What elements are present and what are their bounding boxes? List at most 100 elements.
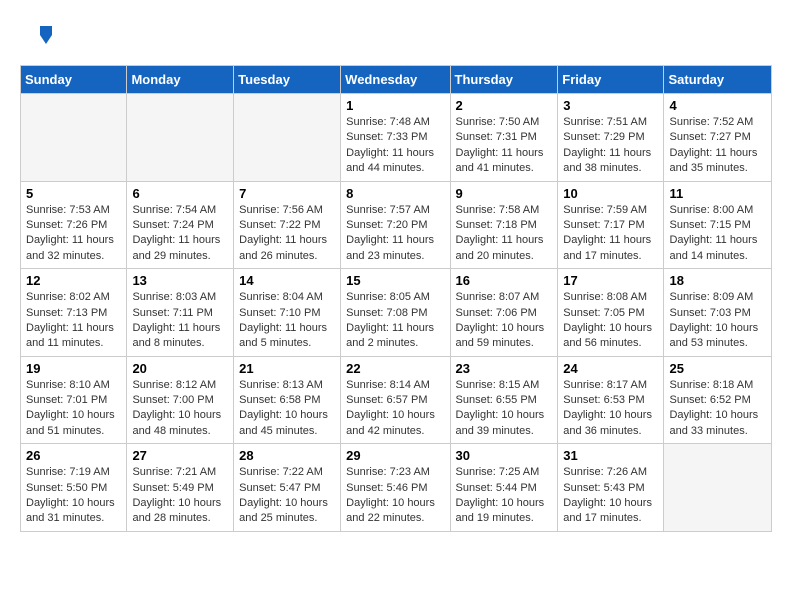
day-number: 3 bbox=[563, 98, 658, 113]
weekday-header: Wednesday bbox=[341, 66, 450, 94]
calendar-cell: 28 Sunrise: 7:22 AM Sunset: 5:47 PM Dayli… bbox=[234, 444, 341, 532]
calendar-cell: 26 Sunrise: 7:19 AM Sunset: 5:50 PM Dayli… bbox=[21, 444, 127, 532]
calendar-cell: 20 Sunrise: 8:12 AM Sunset: 7:00 PM Dayli… bbox=[127, 356, 234, 444]
logo bbox=[20, 20, 52, 55]
weekday-header: Friday bbox=[558, 66, 664, 94]
day-number: 25 bbox=[669, 361, 766, 376]
weekday-header: Monday bbox=[127, 66, 234, 94]
day-number: 24 bbox=[563, 361, 658, 376]
day-number: 29 bbox=[346, 448, 444, 463]
calendar-cell: 10 Sunrise: 7:59 AM Sunset: 7:17 PM Dayli… bbox=[558, 181, 664, 269]
day-number: 26 bbox=[26, 448, 121, 463]
day-info: Sunrise: 8:05 AM Sunset: 7:08 PM Dayligh… bbox=[346, 290, 444, 352]
day-number: 23 bbox=[456, 361, 553, 376]
day-info: Sunrise: 8:04 AM Sunset: 7:10 PM Dayligh… bbox=[239, 290, 335, 352]
day-number: 7 bbox=[239, 186, 335, 201]
day-info: Sunrise: 8:13 AM Sunset: 6:58 PM Dayligh… bbox=[239, 378, 335, 440]
calendar-cell: 31Sunrise: 7:26 AM Sunset: 5:43 PM Dayli… bbox=[558, 444, 664, 532]
day-number: 21 bbox=[239, 361, 335, 376]
calendar-cell: 3Sunrise: 7:51 AM Sunset: 7:29 PM Daylig… bbox=[558, 94, 664, 182]
calendar-cell: 11 Sunrise: 8:00 AM Sunset: 7:15 PM Dayli… bbox=[664, 181, 772, 269]
day-info: Sunrise: 7:59 AM Sunset: 7:17 PM Dayligh… bbox=[563, 203, 658, 265]
calendar-cell: 7 Sunrise: 7:56 AM Sunset: 7:22 PM Daylig… bbox=[234, 181, 341, 269]
calendar-cell bbox=[234, 94, 341, 182]
day-number: 28 bbox=[239, 448, 335, 463]
day-info: Sunrise: 7:50 AM Sunset: 7:31 PM Dayligh… bbox=[456, 115, 553, 177]
calendar-cell: 18 Sunrise: 8:09 AM Sunset: 7:03 PM Dayli… bbox=[664, 269, 772, 357]
calendar-cell: 8 Sunrise: 7:57 AM Sunset: 7:20 PM Daylig… bbox=[341, 181, 450, 269]
day-info: Sunrise: 8:09 AM Sunset: 7:03 PM Dayligh… bbox=[669, 290, 766, 352]
day-info: Sunrise: 7:23 AM Sunset: 5:46 PM Dayligh… bbox=[346, 465, 444, 527]
calendar-cell: 16 Sunrise: 8:07 AM Sunset: 7:06 PM Dayli… bbox=[450, 269, 558, 357]
calendar-body: 1Sunrise: 7:48 AM Sunset: 7:33 PM Daylig… bbox=[21, 94, 772, 532]
day-number: 6 bbox=[132, 186, 228, 201]
day-number: 19 bbox=[26, 361, 121, 376]
calendar-cell: 30 Sunrise: 7:25 AM Sunset: 5:44 PM Dayli… bbox=[450, 444, 558, 532]
day-info: Sunrise: 7:22 AM Sunset: 5:47 PM Dayligh… bbox=[239, 465, 335, 527]
day-info: Sunrise: 7:26 AM Sunset: 5:43 PM Dayligh… bbox=[563, 465, 658, 527]
day-number: 13 bbox=[132, 273, 228, 288]
calendar-cell: 14Sunrise: 8:04 AM Sunset: 7:10 PM Dayli… bbox=[234, 269, 341, 357]
day-info: Sunrise: 7:25 AM Sunset: 5:44 PM Dayligh… bbox=[456, 465, 553, 527]
day-number: 4 bbox=[669, 98, 766, 113]
calendar-week-row: 12 Sunrise: 8:02 AM Sunset: 7:13 PM Dayli… bbox=[21, 269, 772, 357]
day-info: Sunrise: 8:15 AM Sunset: 6:55 PM Dayligh… bbox=[456, 378, 553, 440]
calendar-cell: 24 Sunrise: 8:17 AM Sunset: 6:53 PM Dayli… bbox=[558, 356, 664, 444]
day-number: 8 bbox=[346, 186, 444, 201]
day-info: Sunrise: 7:56 AM Sunset: 7:22 PM Dayligh… bbox=[239, 203, 335, 265]
day-number: 15 bbox=[346, 273, 444, 288]
day-number: 16 bbox=[456, 273, 553, 288]
day-info: Sunrise: 8:08 AM Sunset: 7:05 PM Dayligh… bbox=[563, 290, 658, 352]
calendar-cell bbox=[127, 94, 234, 182]
day-number: 12 bbox=[26, 273, 121, 288]
day-info: Sunrise: 7:57 AM Sunset: 7:20 PM Dayligh… bbox=[346, 203, 444, 265]
day-number: 10 bbox=[563, 186, 658, 201]
calendar-cell: 23 Sunrise: 8:15 AM Sunset: 6:55 PM Dayli… bbox=[450, 356, 558, 444]
day-info: Sunrise: 7:54 AM Sunset: 7:24 PM Dayligh… bbox=[132, 203, 228, 265]
calendar-cell: 22Sunrise: 8:14 AM Sunset: 6:57 PM Dayli… bbox=[341, 356, 450, 444]
day-info: Sunrise: 7:53 AM Sunset: 7:26 PM Dayligh… bbox=[26, 203, 121, 265]
day-info: Sunrise: 8:03 AM Sunset: 7:11 PM Dayligh… bbox=[132, 290, 228, 352]
day-info: Sunrise: 7:19 AM Sunset: 5:50 PM Dayligh… bbox=[26, 465, 121, 527]
calendar-cell: 4 Sunrise: 7:52 AM Sunset: 7:27 PM Daylig… bbox=[664, 94, 772, 182]
calendar-cell: 6 Sunrise: 7:54 AM Sunset: 7:24 PM Daylig… bbox=[127, 181, 234, 269]
day-info: Sunrise: 8:17 AM Sunset: 6:53 PM Dayligh… bbox=[563, 378, 658, 440]
day-info: Sunrise: 7:58 AM Sunset: 7:18 PM Dayligh… bbox=[456, 203, 553, 265]
day-info: Sunrise: 7:48 AM Sunset: 7:33 PM Dayligh… bbox=[346, 115, 444, 177]
calendar-cell bbox=[21, 94, 127, 182]
calendar-week-row: 1Sunrise: 7:48 AM Sunset: 7:33 PM Daylig… bbox=[21, 94, 772, 182]
day-number: 18 bbox=[669, 273, 766, 288]
calendar-cell: 21 Sunrise: 8:13 AM Sunset: 6:58 PM Dayli… bbox=[234, 356, 341, 444]
day-info: Sunrise: 8:14 AM Sunset: 6:57 PM Dayligh… bbox=[346, 378, 444, 440]
calendar-cell: 9 Sunrise: 7:58 AM Sunset: 7:18 PM Daylig… bbox=[450, 181, 558, 269]
day-number: 9 bbox=[456, 186, 553, 201]
day-info: Sunrise: 8:10 AM Sunset: 7:01 PM Dayligh… bbox=[26, 378, 121, 440]
day-number: 30 bbox=[456, 448, 553, 463]
day-number: 11 bbox=[669, 186, 766, 201]
weekday-header: Sunday bbox=[21, 66, 127, 94]
day-info: Sunrise: 8:02 AM Sunset: 7:13 PM Dayligh… bbox=[26, 290, 121, 352]
page-header bbox=[20, 20, 772, 55]
day-info: Sunrise: 8:18 AM Sunset: 6:52 PM Dayligh… bbox=[669, 378, 766, 440]
weekday-row: SundayMondayTuesdayWednesdayThursdayFrid… bbox=[21, 66, 772, 94]
calendar-cell: 17 Sunrise: 8:08 AM Sunset: 7:05 PM Dayli… bbox=[558, 269, 664, 357]
weekday-header: Thursday bbox=[450, 66, 558, 94]
weekday-header: Saturday bbox=[664, 66, 772, 94]
calendar-cell: 19 Sunrise: 8:10 AM Sunset: 7:01 PM Dayli… bbox=[21, 356, 127, 444]
calendar-cell: 1Sunrise: 7:48 AM Sunset: 7:33 PM Daylig… bbox=[341, 94, 450, 182]
day-info: Sunrise: 8:07 AM Sunset: 7:06 PM Dayligh… bbox=[456, 290, 553, 352]
day-number: 17 bbox=[563, 273, 658, 288]
calendar-table: SundayMondayTuesdayWednesdayThursdayFrid… bbox=[20, 65, 772, 532]
calendar-header: SundayMondayTuesdayWednesdayThursdayFrid… bbox=[21, 66, 772, 94]
day-info: Sunrise: 8:00 AM Sunset: 7:15 PM Dayligh… bbox=[669, 203, 766, 265]
calendar-week-row: 5 Sunrise: 7:53 AM Sunset: 7:26 PM Daylig… bbox=[21, 181, 772, 269]
calendar-cell: 5 Sunrise: 7:53 AM Sunset: 7:26 PM Daylig… bbox=[21, 181, 127, 269]
day-number: 5 bbox=[26, 186, 121, 201]
calendar-cell: 15 Sunrise: 8:05 AM Sunset: 7:08 PM Dayli… bbox=[341, 269, 450, 357]
day-info: Sunrise: 7:52 AM Sunset: 7:27 PM Dayligh… bbox=[669, 115, 766, 177]
day-number: 20 bbox=[132, 361, 228, 376]
calendar-week-row: 26 Sunrise: 7:19 AM Sunset: 5:50 PM Dayli… bbox=[21, 444, 772, 532]
day-info: Sunrise: 7:21 AM Sunset: 5:49 PM Dayligh… bbox=[132, 465, 228, 527]
day-info: Sunrise: 8:12 AM Sunset: 7:00 PM Dayligh… bbox=[132, 378, 228, 440]
calendar-cell: 12 Sunrise: 8:02 AM Sunset: 7:13 PM Dayli… bbox=[21, 269, 127, 357]
